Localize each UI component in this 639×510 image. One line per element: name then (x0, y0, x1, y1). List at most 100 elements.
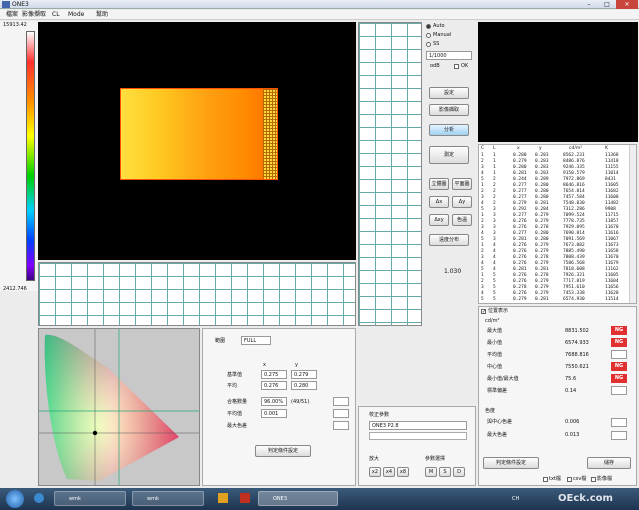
taskbar-item-wmk-1[interactable]: wmk (54, 491, 126, 506)
color-center-diff-flag (611, 418, 627, 427)
list-cell: 5 (493, 297, 496, 302)
uni-value: 0.001 (261, 409, 287, 418)
delta-xy-button[interactable]: Δxy (429, 214, 449, 226)
uni-flag (333, 409, 349, 418)
bottom-grid-table (38, 262, 356, 326)
maxdiff-flag (333, 421, 349, 430)
result-label: 中心值 (487, 364, 503, 370)
ref-d-button[interactable]: D (453, 467, 465, 477)
colorbar-max-label: 15913.42 (3, 22, 27, 28)
calib-progress (369, 432, 467, 440)
app-icon-1[interactable] (218, 493, 228, 503)
calib-field[interactable]: ONE3 P2.8 (369, 421, 467, 430)
range-select[interactable]: FULL (241, 336, 271, 345)
radio-ss[interactable] (426, 42, 431, 47)
menu-capture[interactable]: 影像擷取 (22, 10, 46, 20)
list-header: C L x y cd/m² K (479, 146, 609, 152)
radio-auto[interactable] (426, 24, 431, 29)
distribution-button[interactable]: 遠度分布 (429, 234, 469, 246)
calibration-panel: 校正參數 ONE3 P2.8 放大 x2 x4 x8 參數選擇 M S D (358, 406, 476, 486)
list-cell: 5 (481, 297, 484, 302)
measure-button[interactable]: 測定 (429, 146, 469, 164)
exposure-select[interactable]: 1/1000 (426, 51, 472, 60)
result-criteria-button[interactable]: 判定條件設定 (483, 457, 539, 469)
txt-label: txt檔 (549, 476, 561, 482)
ref-m-button[interactable]: M (425, 467, 437, 477)
zoom-x8-button[interactable]: x8 (397, 467, 409, 477)
maximize-icon[interactable]: □ (598, 0, 616, 9)
settings-button[interactable]: 設定 (429, 87, 469, 99)
pass-flag (333, 397, 349, 406)
header-y: y (539, 146, 542, 151)
ie-icon[interactable] (34, 493, 44, 503)
taskbar-item-one3[interactable]: ONE3 (258, 491, 338, 506)
color-center-diff-label: 與中心色差 (487, 419, 513, 425)
panel-luminance-area (120, 88, 278, 180)
ok-label: OK (461, 63, 469, 69)
ref-s-button[interactable]: S (439, 467, 451, 477)
result-label: 最小值/最大值 (487, 376, 519, 382)
pass-label: 合格數量 (227, 399, 248, 405)
result-label: 平均值 (487, 352, 503, 358)
close-icon[interactable]: ✕ (616, 0, 638, 9)
pass-unit: (49/51) (291, 399, 310, 405)
zoom-x2-button[interactable]: x2 (369, 467, 381, 477)
delta-y-button[interactable]: Δy (452, 196, 472, 208)
image-label: 影像檔 (597, 476, 613, 482)
col-x-label: x (263, 362, 266, 368)
csv-checkbox[interactable] (567, 477, 572, 482)
analysis-panel: 範圍 FULL x y 基準值 0.275 0.279 平均 0.276 0.2… (202, 328, 356, 486)
base-y-field[interactable]: 0.279 (291, 370, 317, 379)
result-value: 7550.621 (565, 364, 589, 370)
list-scrollbar[interactable] (629, 145, 636, 303)
results-panel: ✓ 位置表示 cd/m² 最大值 8831.502 NG 最小值 6574.933 NG 平… (478, 306, 637, 486)
app-icon-2[interactable] (240, 493, 250, 503)
delta-x-button[interactable]: Δx (429, 196, 449, 208)
taskbar: wmk wmk ONE3 CH OEck.com (0, 488, 639, 510)
avg-label: 平均 (227, 383, 238, 389)
window-title: ONE3 (12, 1, 29, 8)
position-display-checkbox[interactable]: ✓ (481, 309, 486, 315)
ok-checkbox[interactable] (454, 64, 459, 69)
3d-view-button[interactable]: 立體圖 (429, 178, 449, 190)
ng-badge: NG (611, 326, 627, 335)
radio-ss-label: SS (433, 41, 440, 47)
language-indicator[interactable]: CH (512, 495, 519, 503)
zoom-x4-button[interactable]: x4 (383, 467, 395, 477)
plane-view-button[interactable]: 平面圖 (452, 178, 472, 190)
list-cell: 0.279 (513, 297, 527, 302)
measurement-list[interactable]: C L x y cd/m² K 1 1 0.280 0.283 8562.231 1136… (478, 144, 637, 304)
start-button[interactable] (6, 490, 24, 508)
chromaticity-diagram[interactable] (38, 328, 200, 486)
avg-x-field: 0.276 (261, 381, 287, 390)
zoom-title: 放大 (369, 456, 380, 462)
save-button[interactable]: 儲存 (587, 457, 631, 469)
capture-button[interactable]: 影像擷取 (429, 104, 469, 116)
list-item[interactable]: 5 5 0.279 0.281 6574.930 11514 (479, 297, 619, 303)
minimize-icon[interactable]: – (580, 0, 598, 9)
color-temp-button[interactable]: 色溫 (452, 214, 472, 226)
result-flag (611, 386, 627, 395)
result-label: 標準偏差 (487, 388, 508, 394)
base-x-field[interactable]: 0.275 (261, 370, 287, 379)
image-checkbox[interactable] (591, 477, 596, 482)
menu-help[interactable]: 幫助 (96, 10, 108, 20)
radio-manual[interactable] (426, 33, 431, 38)
side-grid-table (358, 22, 422, 326)
col-y-label: y (295, 362, 298, 368)
radio-manual-label: Manual (433, 32, 452, 38)
watermark: OEck.com (558, 493, 613, 504)
result-label: 最小值 (487, 340, 503, 346)
txt-checkbox[interactable] (543, 477, 548, 482)
analyze-button[interactable]: 分析 (429, 124, 469, 136)
menu-cl[interactable]: CL (52, 10, 60, 20)
ng-badge: NG (611, 374, 627, 383)
analysis-criteria-button[interactable]: 判定條件設定 (255, 445, 311, 457)
csv-label: csv檔 (573, 476, 587, 482)
taskbar-item-wmk-2[interactable]: wmk (132, 491, 204, 506)
luminance-image[interactable] (38, 22, 356, 260)
position-display-label: 位置表示 (488, 308, 509, 314)
menu-file[interactable]: 檔案 (6, 10, 18, 20)
menu-mode[interactable]: Mode (68, 10, 84, 20)
result-value: 75.6 (565, 376, 577, 382)
